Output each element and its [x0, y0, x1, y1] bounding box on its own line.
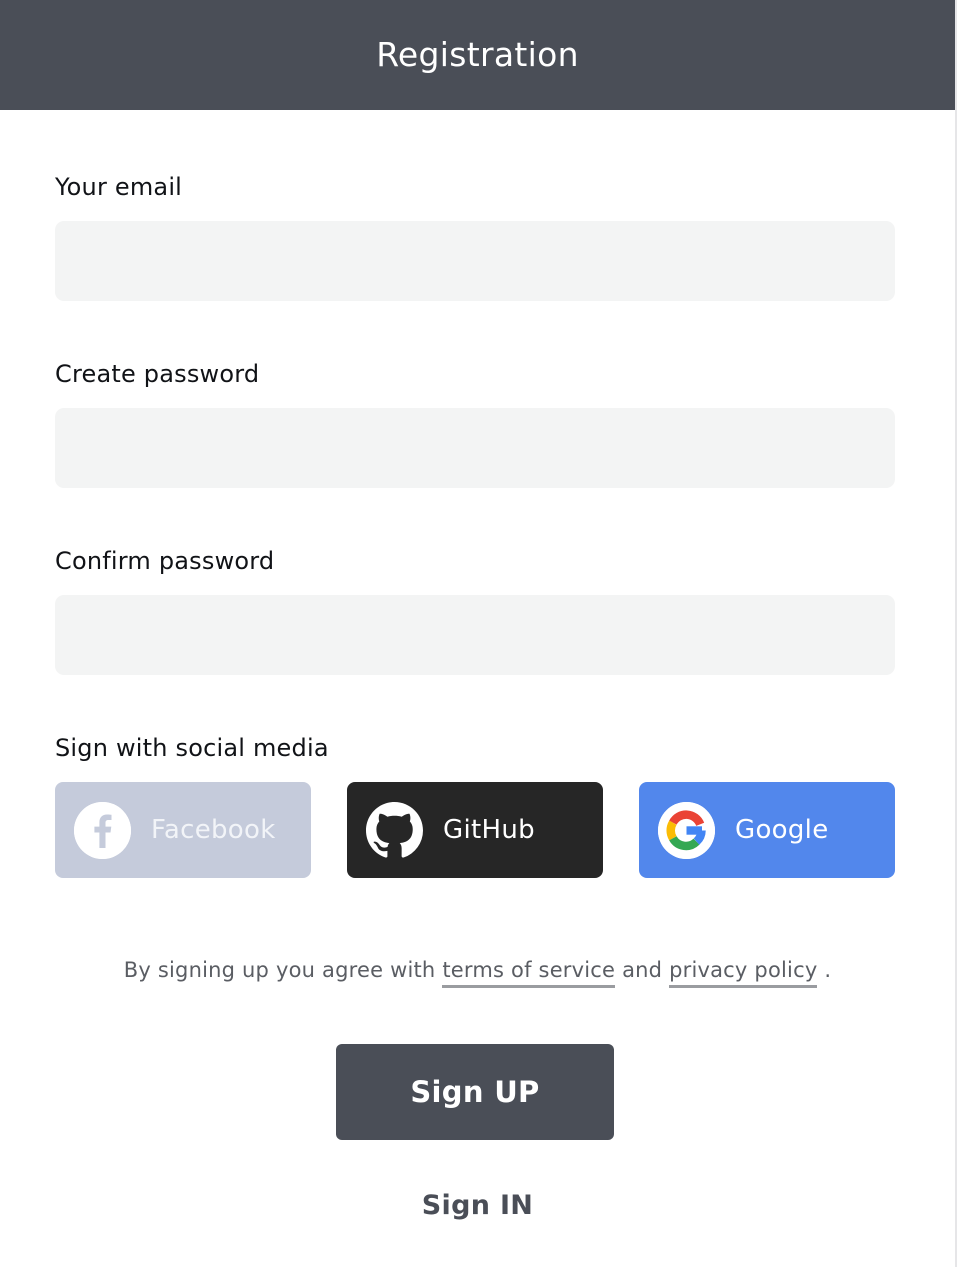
- facebook-button[interactable]: Facebook: [55, 782, 311, 878]
- email-field[interactable]: [55, 221, 895, 301]
- github-label: GitHub: [443, 815, 535, 845]
- sign-in-link[interactable]: Sign IN: [0, 1190, 955, 1221]
- create-password-label: Create password: [55, 360, 260, 388]
- github-icon: [366, 801, 423, 859]
- agreement-middle: and: [622, 958, 663, 982]
- sign-up-button[interactable]: Sign UP: [336, 1044, 614, 1140]
- registration-header: Registration: [0, 0, 955, 110]
- google-label: Google: [735, 815, 829, 845]
- facebook-icon: [74, 801, 131, 859]
- social-media-heading: Sign with social media: [55, 734, 329, 762]
- confirm-password-field[interactable]: [55, 595, 895, 675]
- github-button[interactable]: GitHub: [347, 782, 603, 878]
- facebook-label: Facebook: [151, 815, 276, 845]
- terms-of-service-link[interactable]: terms of service: [442, 958, 616, 988]
- confirm-password-label: Confirm password: [55, 547, 275, 575]
- email-label: Your email: [55, 173, 183, 201]
- create-password-field[interactable]: [55, 408, 895, 488]
- privacy-policy-link[interactable]: privacy policy: [669, 958, 818, 988]
- agreement-text: By signing up you agree with terms of se…: [0, 958, 955, 988]
- agreement-suffix: .: [824, 958, 832, 982]
- agreement-prefix: By signing up you agree with: [123, 958, 436, 982]
- page-title: Registration: [376, 34, 579, 74]
- google-button[interactable]: Google: [639, 782, 895, 878]
- google-icon: [658, 801, 715, 859]
